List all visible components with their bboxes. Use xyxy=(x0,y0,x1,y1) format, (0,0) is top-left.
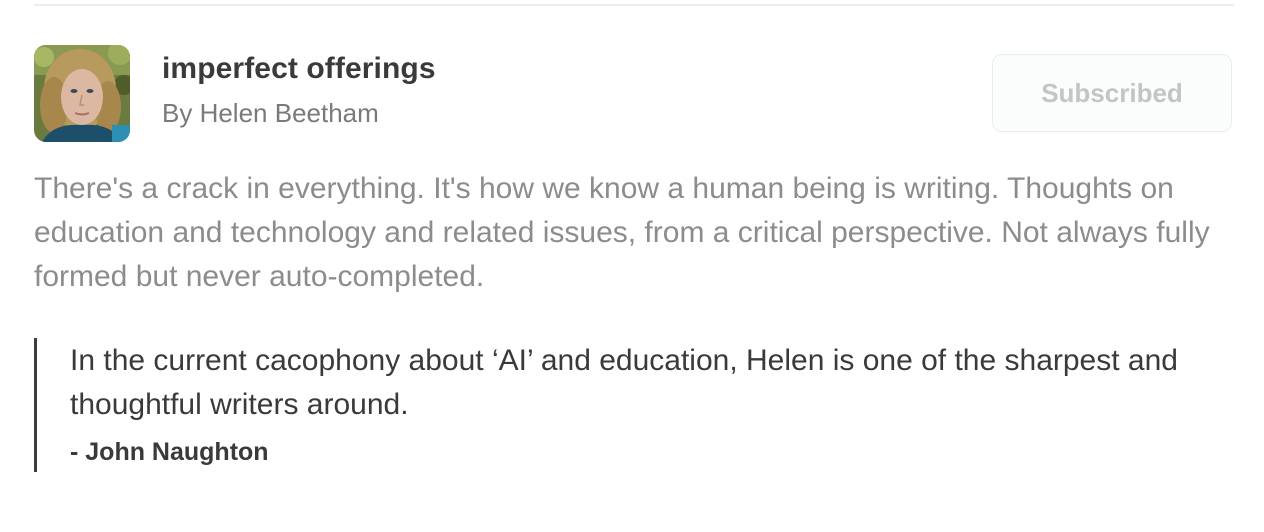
publication-title[interactable]: imperfect offerings xyxy=(162,52,436,86)
blockquote-bar xyxy=(34,338,37,472)
author-photo-icon xyxy=(34,45,130,142)
top-divider xyxy=(34,4,1234,6)
publication-description: There's a crack in everything. It's how … xyxy=(34,172,1210,293)
author-byline: By Helen Beetham xyxy=(162,98,379,128)
subscribed-button[interactable]: Subscribed xyxy=(992,54,1232,132)
testimonial-quote: In the current cacophony about ‘AI’ and … xyxy=(70,344,1178,421)
testimonial-author: - John Naughton xyxy=(70,438,269,466)
author-avatar[interactable] xyxy=(34,45,130,142)
